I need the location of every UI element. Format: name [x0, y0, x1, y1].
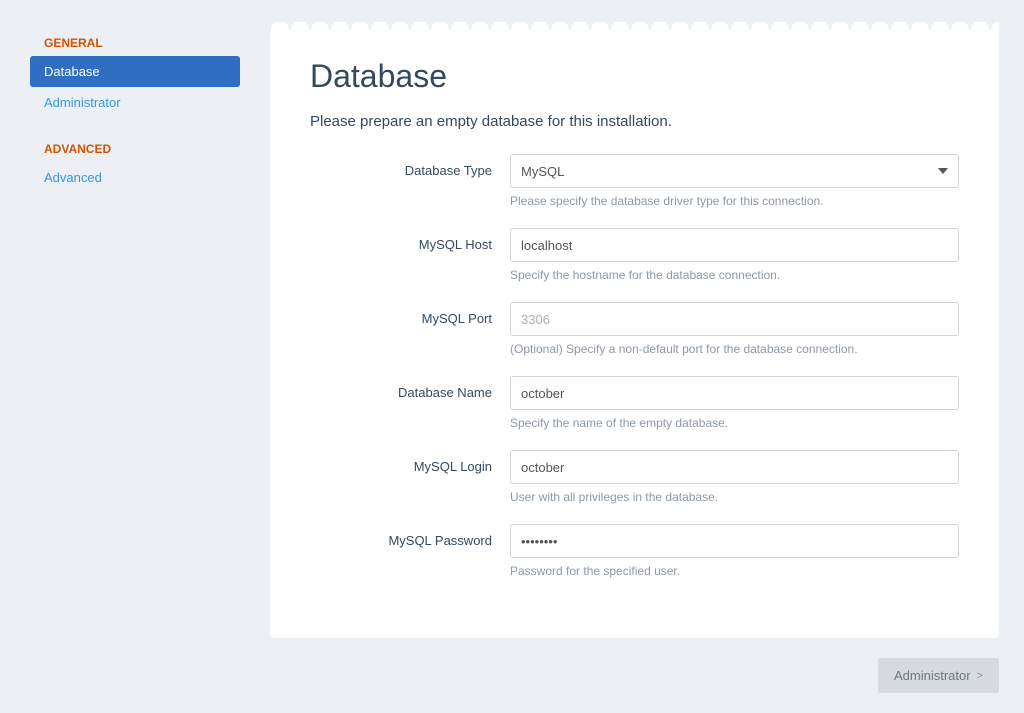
next-button[interactable]: Administrator > [878, 658, 999, 693]
input-mysql-password[interactable] [510, 524, 959, 558]
field-mysql-password: MySQL Password Password for the specifie… [310, 524, 959, 578]
sidebar-section-advanced: ADVANCED Advanced [30, 136, 240, 193]
field-database-name: Database Name Specify the name of the em… [310, 376, 959, 430]
sidebar-item-administrator[interactable]: Administrator [30, 87, 240, 118]
sidebar-item-database[interactable]: Database [30, 56, 240, 87]
sidebar-item-label: Advanced [44, 170, 102, 185]
sidebar-item-label: Database [44, 64, 100, 79]
label-database-name: Database Name [310, 376, 510, 400]
label-mysql-port: MySQL Port [310, 302, 510, 326]
help-mysql-login: User with all privileges in the database… [510, 490, 959, 504]
field-database-type: Database Type MySQL Please specify the d… [310, 154, 959, 208]
label-database-type: Database Type [310, 154, 510, 178]
footer: Administrator > [270, 638, 999, 713]
help-database-type: Please specify the database driver type … [510, 194, 959, 208]
chevron-right-icon: > [977, 670, 983, 682]
field-mysql-host: MySQL Host Specify the hostname for the … [310, 228, 959, 282]
page-title: Database [310, 58, 959, 95]
sidebar-heading-advanced: ADVANCED [30, 136, 240, 162]
main-panel: Database Please prepare an empty databas… [270, 30, 999, 638]
input-mysql-login[interactable] [510, 450, 959, 484]
label-mysql-host: MySQL Host [310, 228, 510, 252]
select-database-type[interactable]: MySQL [510, 154, 959, 188]
sidebar-item-advanced[interactable]: Advanced [30, 162, 240, 193]
input-database-name[interactable] [510, 376, 959, 410]
input-mysql-host[interactable] [510, 228, 959, 262]
sidebar: GENERAL Database Administrator ADVANCED … [0, 0, 260, 621]
sidebar-item-label: Administrator [44, 95, 121, 110]
input-mysql-port[interactable] [510, 302, 959, 336]
next-button-label: Administrator [894, 668, 971, 683]
help-mysql-password: Password for the specified user. [510, 564, 959, 578]
field-mysql-port: MySQL Port (Optional) Specify a non-defa… [310, 302, 959, 356]
help-mysql-host: Specify the hostname for the database co… [510, 268, 959, 282]
help-mysql-port: (Optional) Specify a non-default port fo… [510, 342, 959, 356]
sidebar-heading-general: GENERAL [30, 30, 240, 56]
label-mysql-password: MySQL Password [310, 524, 510, 548]
label-mysql-login: MySQL Login [310, 450, 510, 474]
sidebar-section-general: GENERAL Database Administrator [30, 30, 240, 118]
page-subtitle: Please prepare an empty database for thi… [310, 113, 959, 130]
field-mysql-login: MySQL Login User with all privileges in … [310, 450, 959, 504]
help-database-name: Specify the name of the empty database. [510, 416, 959, 430]
